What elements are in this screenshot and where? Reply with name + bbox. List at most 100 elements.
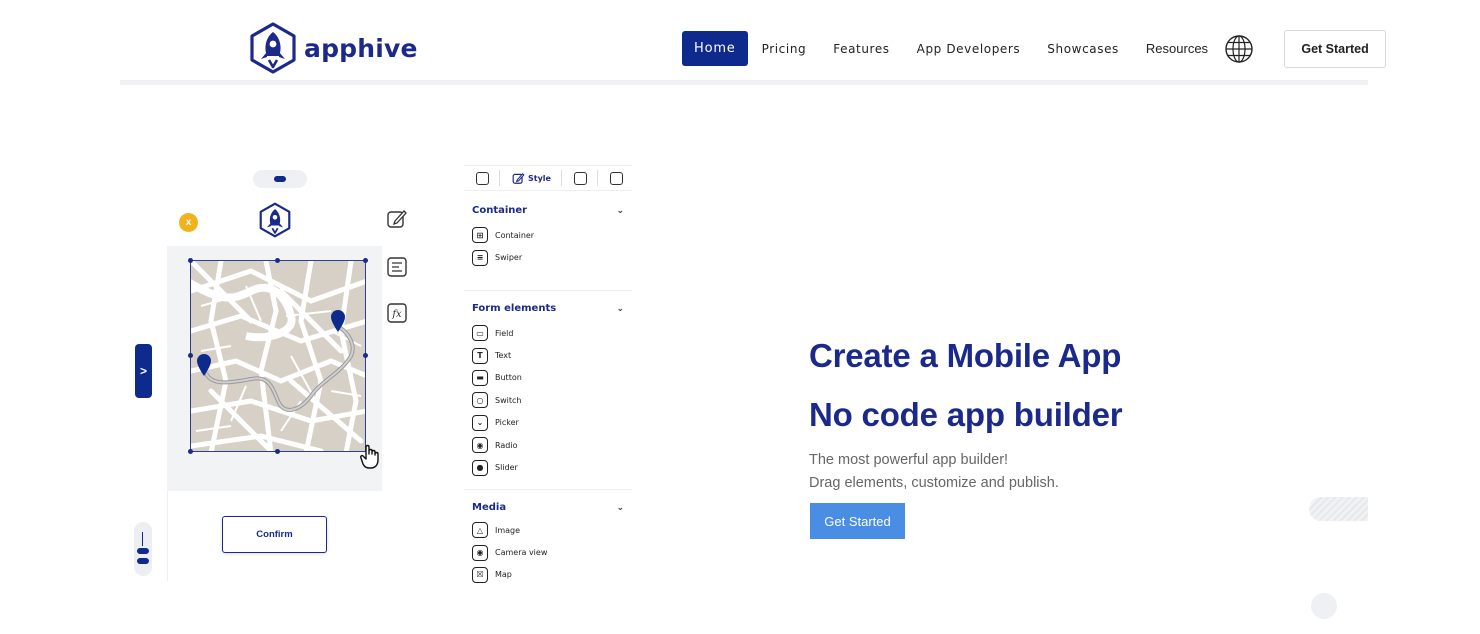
radio-icon: ◉ <box>472 437 488 454</box>
edit-icon <box>512 172 525 184</box>
globe-icon[interactable] <box>1224 34 1254 64</box>
section-header[interactable]: Container ⌄ <box>472 205 624 216</box>
section-form-elements: Form elements ⌄ ▭ Field T Text ▬ Button … <box>472 303 624 479</box>
field-icon: ▭ <box>472 325 488 342</box>
tab-separator <box>596 170 598 186</box>
confirm-button[interactable]: Confirm <box>222 516 327 553</box>
component-label: Container <box>495 230 535 240</box>
components-panel: Style Container ⌄ ⊞ Container ≡ Swiper F… <box>464 165 632 605</box>
component-item[interactable]: ⊞ Container <box>472 224 624 246</box>
component-label: Picker <box>495 418 519 428</box>
section-media: Media ⌄ △ Image ◉ Camera view ☒ Map <box>472 502 624 586</box>
hero-subtitle-line1: The most powerful app builder! <box>809 452 1009 468</box>
nav-showcases[interactable]: Showcases <box>1047 42 1119 56</box>
settings-icon[interactable] <box>609 171 623 185</box>
nav-features[interactable]: Features <box>833 42 889 56</box>
text-icon: T <box>472 347 488 364</box>
switch-icon: ○ <box>472 392 488 409</box>
tab-separator <box>560 170 562 186</box>
component-label: Map <box>495 570 512 580</box>
component-item[interactable]: ⌄ Picker <box>472 412 624 434</box>
hero-get-started-button[interactable]: Get Started <box>810 503 905 539</box>
nav-pricing[interactable]: Pricing <box>762 42 807 56</box>
edit-icon[interactable] <box>386 208 408 230</box>
chevron-down-icon[interactable]: ⌄ <box>616 503 624 513</box>
resize-handle[interactable] <box>188 449 193 454</box>
nav-app-developers[interactable]: App Developers <box>917 42 1021 56</box>
phone-notch <box>253 170 307 188</box>
picker-icon: ⌄ <box>472 414 488 431</box>
component-item[interactable]: ◉ Camera view <box>472 541 624 563</box>
tab-style-label: Style <box>528 173 551 183</box>
chevron-down-icon[interactable]: ⌄ <box>616 206 624 216</box>
resize-handle[interactable] <box>188 353 193 358</box>
component-label: Text <box>495 351 512 361</box>
component-label: Switch <box>495 395 522 405</box>
component-label: Radio <box>495 440 518 450</box>
component-item[interactable]: ☒ Map <box>472 564 624 586</box>
decorative-circle <box>1311 593 1337 619</box>
resize-handle[interactable] <box>275 449 280 454</box>
rocket-logo-icon <box>250 22 296 74</box>
component-item[interactable]: T Text <box>472 344 624 366</box>
component-label: Field <box>495 328 514 338</box>
header-get-started-button[interactable]: Get Started <box>1284 29 1387 68</box>
layers-icon[interactable] <box>573 171 587 185</box>
section-divider <box>464 489 632 490</box>
image-icon: △ <box>472 522 488 539</box>
camera-icon: ◉ <box>472 544 488 561</box>
button-icon: ▬ <box>472 369 488 386</box>
component-label: Swiper <box>495 253 523 263</box>
text-style-icon[interactable] <box>386 256 408 278</box>
rocket-logo-icon <box>259 202 291 238</box>
component-item[interactable]: ○ Switch <box>472 389 624 411</box>
hand-cursor-icon <box>360 444 379 469</box>
grid-icon: ⊞ <box>472 227 488 244</box>
expand-panel-tab[interactable]: > <box>135 344 152 398</box>
layer-scroll-pill[interactable] <box>134 522 152 576</box>
section-header[interactable]: Form elements ⌄ <box>472 303 624 314</box>
section-divider <box>464 290 632 291</box>
brand-logo[interactable]: apphive <box>248 22 418 74</box>
resize-handle[interactable] <box>363 258 368 263</box>
component-label: Button <box>495 373 522 383</box>
resize-handle[interactable] <box>275 258 280 263</box>
nav-home[interactable]: Home <box>682 31 748 66</box>
add-icon[interactable] <box>476 171 489 185</box>
component-item[interactable]: ● Slider <box>472 456 624 478</box>
map-icon: ☒ <box>472 566 488 583</box>
section-header[interactable]: Media ⌄ <box>472 502 624 513</box>
resize-handle[interactable] <box>363 353 368 358</box>
component-item[interactable]: ≡ Swiper <box>472 246 624 268</box>
decorative-pill <box>1309 497 1368 521</box>
hero-title-line1: Create a Mobile App <box>809 337 1122 374</box>
tab-style[interactable]: Style <box>512 172 551 185</box>
brand-name: apphive <box>304 33 418 63</box>
site-header: apphive Home Pricing Features App Develo… <box>0 0 1480 86</box>
nav-resources[interactable]: Resources <box>1146 41 1208 56</box>
component-item[interactable]: ◉ Radio <box>472 434 624 456</box>
close-dot-icon[interactable]: x <box>179 213 198 232</box>
component-label: Image <box>495 525 521 535</box>
city-map-image <box>191 261 365 451</box>
section-container: Container ⌄ ⊞ Container ≡ Swiper <box>472 205 624 269</box>
section-title: Form elements <box>472 303 557 314</box>
guide-line <box>167 491 168 581</box>
chevron-down-icon[interactable]: ⌄ <box>616 304 624 314</box>
map-pin-icon <box>331 310 345 332</box>
main-nav: Home Pricing Features App Developers Sho… <box>682 29 1387 68</box>
map-component[interactable] <box>190 260 366 452</box>
hero-title-line2: No code app builder <box>809 396 1123 433</box>
resize-handle[interactable] <box>188 258 193 263</box>
function-icon[interactable]: fx <box>386 302 408 324</box>
svg-text:fx: fx <box>391 309 402 320</box>
component-item[interactable]: ▬ Button <box>472 367 624 389</box>
component-label: Camera view <box>495 548 548 558</box>
component-item[interactable]: ▭ Field <box>472 322 624 344</box>
map-pin-icon <box>197 354 211 376</box>
component-item[interactable]: △ Image <box>472 519 624 541</box>
section-title: Container <box>472 205 528 216</box>
slider-icon: ● <box>472 459 488 476</box>
section-title: Media <box>472 502 507 513</box>
swiper-icon: ≡ <box>472 249 488 266</box>
